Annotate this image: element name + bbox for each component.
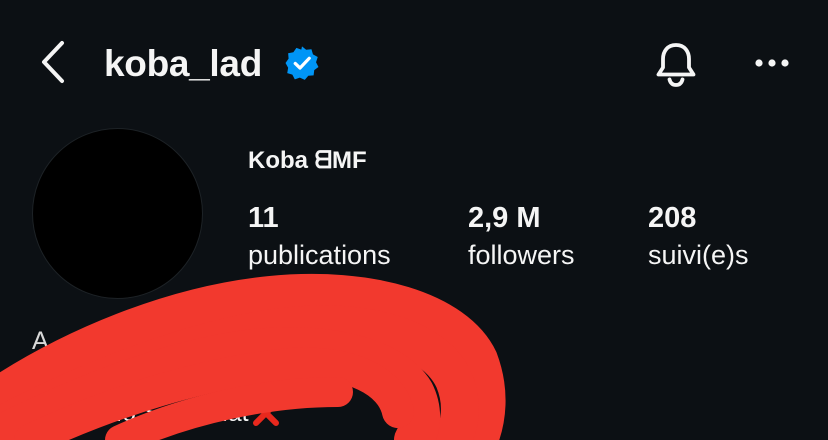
bio-text-fragment: A (32, 327, 49, 355)
more-horizontal-icon (755, 59, 789, 67)
profile-display-name: Koba ᗺMF (248, 147, 367, 174)
bio-line-text: No Snapchat (104, 399, 249, 427)
following-count: 208 (648, 202, 697, 234)
chevron-left-icon (42, 41, 64, 83)
notifications-button[interactable] (650, 38, 702, 90)
stat-posts[interactable]: 11 publications (248, 200, 391, 274)
followers-count: 2,9 M (468, 202, 541, 234)
more-options-button[interactable] (750, 46, 794, 80)
stat-following[interactable]: 208 suivi(e)s (648, 200, 749, 274)
posts-count: 11 (248, 202, 279, 234)
stat-followers[interactable]: 2,9 M followers (468, 200, 575, 274)
followers-label: followers (468, 240, 575, 270)
following-label: suivi(e)s (648, 240, 749, 270)
ghost-icon (38, 398, 64, 425)
posts-label: publications (248, 240, 391, 270)
verified-badge-icon (285, 46, 319, 80)
bell-icon (656, 43, 696, 87)
profile-header: koba_lad (0, 0, 828, 128)
profile-username: koba_lad (104, 43, 262, 84)
bio-mention-link[interactable]: _corp (102, 362, 165, 392)
profile-avatar[interactable] (32, 128, 203, 299)
red-cross-icon (252, 400, 279, 426)
bio-line: No Snapchat (32, 396, 283, 430)
back-button[interactable] (30, 38, 78, 86)
red-cross-icon (74, 400, 100, 426)
